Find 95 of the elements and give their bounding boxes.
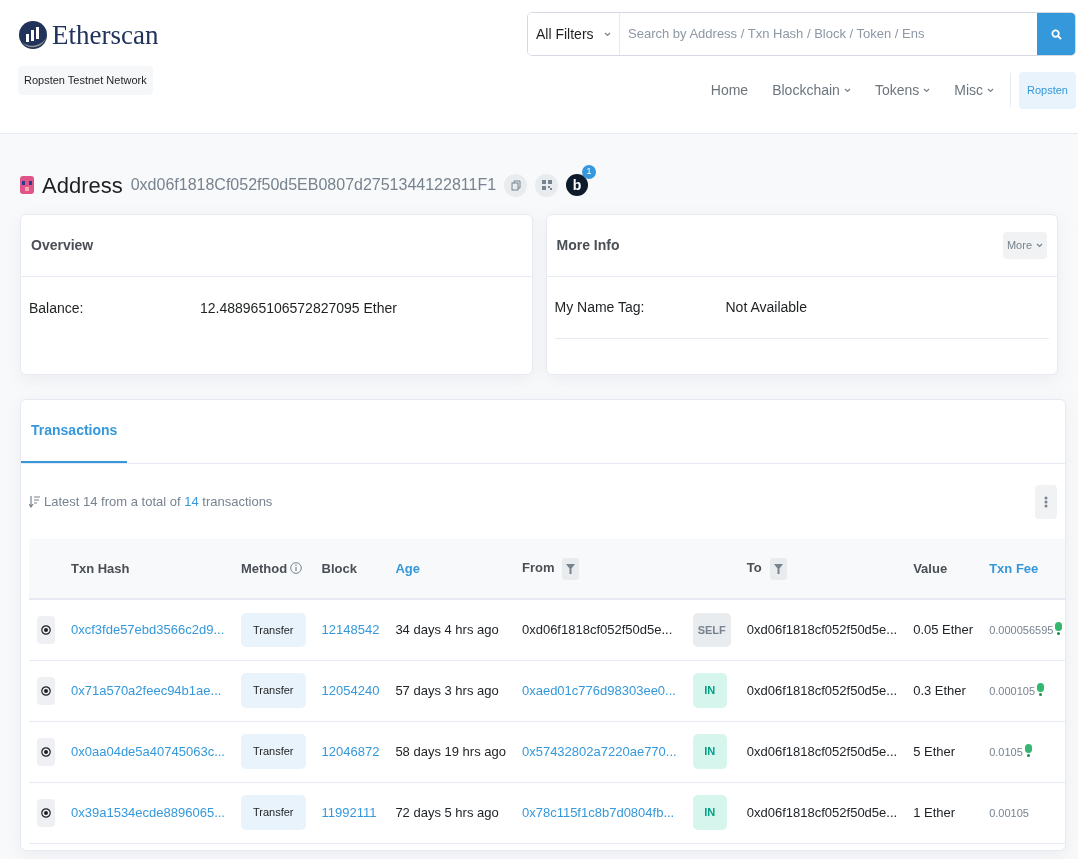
direction-badge: IN (692, 673, 727, 708)
column-header: To (746, 559, 762, 575)
field-label: Balance: (29, 298, 85, 318)
method-badge: Transfer (241, 612, 306, 647)
txn-hash-link[interactable]: 0x0aa04de5a40745063c... (71, 743, 225, 759)
age-text: 34 days 4 hrs ago (395, 622, 499, 637)
caret-icon (1036, 243, 1043, 248)
from-address-link[interactable]: 0xaed01c776d98303ee0... (521, 682, 676, 698)
nav-link[interactable]: Home (698, 79, 761, 101)
column-header[interactable]: Txn Fee (989, 560, 1039, 576)
txn-hash-link[interactable]: 0x39a1534ecde8896065... (71, 804, 225, 820)
column-header: Block (321, 560, 357, 576)
age-text: 58 days 19 hrs ago (395, 743, 506, 759)
direction-badge: SELF (692, 612, 731, 647)
qr-code-button[interactable] (535, 173, 559, 197)
column-header: Txn Hash (71, 560, 130, 576)
block-link[interactable]: 12148542 (321, 622, 380, 637)
brand-name[interactable]: Etherscan (52, 21, 159, 49)
card-title: Overview (31, 236, 94, 255)
field-value: Not Available (725, 298, 807, 317)
method-badge: Transfer (241, 673, 306, 708)
card-title: More Info (556, 236, 620, 255)
eye-icon (41, 807, 51, 818)
nav-link[interactable]: Tokens (862, 79, 943, 101)
txn-hash-link[interactable]: 0x71a570a2feec94b1ae... (71, 682, 222, 698)
fee-text: 0.000056595 (989, 624, 1054, 636)
transactions-summary: Latest 14 from a total of 14 transactions (44, 492, 273, 511)
network-label: Ropsten Testnet Network (18, 66, 153, 95)
avatar-icon (20, 176, 34, 194)
eye-icon (41, 685, 51, 696)
eye-icon (41, 746, 51, 757)
notification-badge: 1 (582, 165, 597, 179)
field-label: My Name Tag: (554, 298, 646, 317)
eye-icon (41, 624, 51, 635)
qr-code-icon (541, 180, 552, 190)
more-dropdown[interactable]: More (1002, 232, 1047, 259)
filter-icon (773, 563, 783, 574)
from-address-link[interactable]: 0x57432802a7220ae770... (521, 743, 677, 759)
block-link[interactable]: 12046872 (321, 743, 380, 759)
column-header[interactable]: Age (395, 560, 420, 576)
block-link[interactable]: 12054240 (321, 682, 380, 698)
caret-icon (843, 87, 851, 93)
column-header: Method (241, 560, 288, 576)
age-text: 72 days 5 hrs ago (395, 804, 499, 820)
to-address: 0xd06f1818cf052f50d5e... (746, 682, 898, 698)
to-address: 0xd06f1818cf052f50d5e... (746, 743, 898, 759)
filter-dropdown[interactable]: All Filters (528, 13, 620, 55)
network-button[interactable]: Ropsten (1019, 72, 1076, 109)
txn-hash-link[interactable]: 0xcf3fde57ebd3566c2d9... (71, 622, 225, 637)
filter-button[interactable] (562, 557, 580, 580)
search-bar[interactable]: All Filters Search by Address / Txn Hash / Block / Token / Ens (527, 12, 1076, 56)
search-icon (1050, 28, 1062, 40)
copy-icon (510, 179, 521, 191)
value-text: 1 Ether (913, 804, 956, 820)
info-icon (290, 561, 303, 574)
age-text: 57 days 3 hrs ago (395, 682, 499, 698)
fee-text: 0.000105 (989, 684, 1036, 697)
method-badge: Transfer (241, 734, 306, 769)
caret-icon (923, 87, 931, 93)
from-address: 0xd06f1818cf052f50d5e... (521, 622, 673, 637)
preview-button[interactable] (37, 676, 55, 705)
block-link[interactable]: 11992111 (321, 804, 377, 820)
search-button[interactable] (1037, 13, 1075, 55)
fee-text: 0.0105 (989, 745, 1023, 758)
value-text: 0.3 Ether (913, 682, 966, 698)
value-text: 5 Ether (913, 743, 956, 759)
column-header: From (521, 559, 555, 575)
sort-icon (29, 495, 40, 508)
fee-text: 0.00105 (989, 806, 1029, 819)
to-address: 0xd06f1818cf052f50d5e... (746, 804, 898, 820)
column-header: Value (913, 560, 948, 576)
tab[interactable]: Transactions (21, 400, 128, 463)
caret-icon (987, 87, 994, 93)
nav-link[interactable]: Blockchain (760, 79, 863, 101)
direction-badge: IN (692, 795, 727, 830)
page-title: Address (42, 171, 123, 200)
preview-button[interactable] (37, 737, 55, 766)
preview-button[interactable] (37, 615, 55, 644)
method-badge: Transfer (241, 795, 306, 830)
from-address-link[interactable]: 0x78c115f1c8b7d0804fb... (521, 804, 675, 820)
direction-badge: IN (692, 734, 727, 769)
value-text: 0.05 Ether (913, 622, 974, 637)
caret-icon (604, 31, 611, 37)
copy-button[interactable] (504, 173, 528, 197)
to-address: 0xd06f1818cf052f50d5e... (746, 622, 898, 637)
preview-button[interactable] (37, 798, 55, 827)
blockscan-button[interactable]: b (566, 174, 589, 196)
logo-icon (18, 20, 48, 50)
transactions-count-link[interactable]: 14 (184, 493, 199, 509)
filter-button[interactable] (769, 557, 787, 580)
kebab-icon (1044, 495, 1048, 508)
nav-link[interactable]: Misc (942, 79, 1006, 101)
filter-icon (566, 563, 576, 574)
address-hash: 0xd06f1818Cf052f50d5EB0807d2751344122811F1 (130, 175, 497, 195)
field-value: 12.488965106572827095 Ether (200, 298, 397, 318)
